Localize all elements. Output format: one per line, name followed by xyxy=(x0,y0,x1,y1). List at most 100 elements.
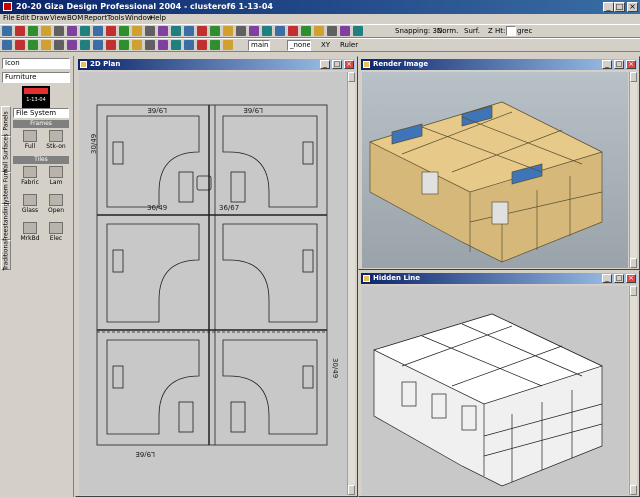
norm-radio[interactable]: Norm. xyxy=(437,27,458,35)
tab-panels[interactable]: Panels xyxy=(1,106,11,136)
tb2-tool-icon[interactable] xyxy=(145,40,155,50)
z-height-input[interactable] xyxy=(506,26,516,36)
tb1-tool-icon[interactable] xyxy=(262,26,272,36)
plan-scrollbar[interactable] xyxy=(347,72,355,495)
tb2-tool-icon[interactable] xyxy=(67,40,77,50)
tb2-tool-icon[interactable] xyxy=(93,40,103,50)
ruler-label[interactable]: Ruler xyxy=(340,41,358,49)
tb1-tool-icon[interactable] xyxy=(288,26,298,36)
hidden-close-button[interactable]: × xyxy=(626,274,636,283)
tb2-tool-icon[interactable] xyxy=(15,40,25,50)
tb1-tool-icon[interactable] xyxy=(327,26,337,36)
tb1-tool-icon[interactable] xyxy=(2,26,12,36)
render-canvas[interactable] xyxy=(362,72,628,268)
item-lam[interactable]: Lam xyxy=(42,166,70,186)
tb2-tool-icon[interactable] xyxy=(28,40,38,50)
tb1-tool-icon[interactable] xyxy=(41,26,51,36)
minimize-button[interactable]: _ xyxy=(603,2,614,12)
menu-edit[interactable]: Edit xyxy=(16,14,30,22)
tb2-tool-icon[interactable] xyxy=(210,40,220,50)
tb1-tool-icon[interactable] xyxy=(210,26,220,36)
tb2-tool-icon[interactable] xyxy=(197,40,207,50)
tb1-tool-icon[interactable] xyxy=(249,26,259,36)
tb2-tool-icon[interactable] xyxy=(106,40,116,50)
category-select[interactable]: Furniture xyxy=(2,72,70,83)
tb1-tool-icon[interactable] xyxy=(236,26,246,36)
tb1-tool-icon[interactable] xyxy=(340,26,350,36)
tb1-tool-icon[interactable] xyxy=(197,26,207,36)
tab-traditional[interactable]: Traditional xyxy=(1,239,11,271)
tb1-tool-icon[interactable] xyxy=(15,26,25,36)
tb2-tool-icon[interactable] xyxy=(184,40,194,50)
hidden-minimize-button[interactable]: _ xyxy=(602,274,612,283)
tb1-tool-icon[interactable] xyxy=(132,26,142,36)
plan-maximize-button[interactable]: □ xyxy=(332,60,342,69)
xy-label[interactable]: XY xyxy=(321,41,330,49)
plan-drawing: L9/6E L9/6E 30/49 30/49 36/49 36/67 L9/6… xyxy=(90,104,339,458)
tab-freestanding[interactable]: Freestanding xyxy=(1,203,11,241)
filter-select[interactable]: File System xyxy=(13,108,69,118)
tb1-tool-icon[interactable] xyxy=(223,26,233,36)
tb1-tool-icon[interactable] xyxy=(158,26,168,36)
tb2-tool-icon[interactable] xyxy=(119,40,129,50)
plan-close-button[interactable]: × xyxy=(344,60,354,69)
tb1-tool-icon[interactable] xyxy=(275,26,285,36)
hidden-caption: Hidden Line _ □ × xyxy=(361,273,637,284)
tb1-tool-icon[interactable] xyxy=(54,26,64,36)
menu-draw[interactable]: Draw xyxy=(31,14,49,22)
render-maximize-button[interactable]: □ xyxy=(614,60,624,69)
menu-help[interactable]: Help xyxy=(150,14,166,22)
menu-tools[interactable]: Tools xyxy=(107,14,124,22)
tb1-tool-icon[interactable] xyxy=(119,26,129,36)
surf-radio[interactable]: Surf. xyxy=(464,27,480,35)
tb1-tool-icon[interactable] xyxy=(353,26,363,36)
tb2-tool-icon[interactable] xyxy=(223,40,233,50)
hidden-maximize-button[interactable]: □ xyxy=(614,274,624,283)
plan-minimize-button[interactable]: _ xyxy=(320,60,330,69)
maximize-button[interactable]: □ xyxy=(614,2,625,12)
tb1-tool-icon[interactable] xyxy=(28,26,38,36)
tb1-tool-icon[interactable] xyxy=(314,26,324,36)
render-scrollbar[interactable] xyxy=(629,72,637,268)
tb2-tool-icon[interactable] xyxy=(2,40,12,50)
item-stk-on[interactable]: Stk-on xyxy=(42,130,70,150)
view-mode-select[interactable]: Icon xyxy=(2,58,70,69)
tb1-tool-icon[interactable] xyxy=(145,26,155,36)
tb2-tool-icon[interactable] xyxy=(171,40,181,50)
style-select[interactable]: _none xyxy=(287,40,311,51)
menu-window[interactable]: Window xyxy=(125,14,153,22)
render-close-button[interactable]: × xyxy=(626,60,636,69)
tb2-tool-icon[interactable] xyxy=(80,40,90,50)
item-elec[interactable]: Elec xyxy=(42,222,70,242)
item-glass[interactable]: Glass xyxy=(16,194,44,214)
menu-report[interactable]: Report xyxy=(84,14,107,22)
close-button[interactable]: × xyxy=(627,2,638,12)
tab-wall-surfaces[interactable]: Wall Surfaces xyxy=(1,134,11,174)
tb1-tool-icon[interactable] xyxy=(67,26,77,36)
tb2-tool-icon[interactable] xyxy=(158,40,168,50)
menu-file[interactable]: File xyxy=(3,14,15,22)
tb1-tool-icon[interactable] xyxy=(171,26,181,36)
menu-bom[interactable]: BOM xyxy=(67,14,83,22)
hidden-canvas[interactable] xyxy=(362,286,628,495)
item-fabric[interactable]: Fabric xyxy=(16,166,44,186)
menu-view[interactable]: View xyxy=(50,14,67,22)
tb2-tool-icon[interactable] xyxy=(41,40,51,50)
render-minimize-button[interactable]: _ xyxy=(602,60,612,69)
item-mrkbd[interactable]: MrkBd xyxy=(16,222,44,242)
tb1-tool-icon[interactable] xyxy=(106,26,116,36)
item-full[interactable]: Full xyxy=(16,130,44,150)
plan-dim-side-left: 30/49 xyxy=(90,134,98,154)
plan-canvas[interactable]: L9/6E L9/6E 30/49 30/49 36/49 36/67 L9/6… xyxy=(79,72,347,495)
tab-system-furn[interactable]: System Furn xyxy=(1,169,11,207)
tb1-tool-icon[interactable] xyxy=(93,26,103,36)
tb2-tool-icon[interactable] xyxy=(132,40,142,50)
item-open[interactable]: Open xyxy=(42,194,70,214)
tb1-tool-icon[interactable] xyxy=(184,26,194,36)
tb1-tool-icon[interactable] xyxy=(301,26,311,36)
catalog-panel: Icon Furniture 1-13-04 File System Frame… xyxy=(0,56,74,497)
layer-select[interactable]: main xyxy=(248,40,270,51)
tb1-tool-icon[interactable] xyxy=(80,26,90,36)
tb2-tool-icon[interactable] xyxy=(54,40,64,50)
hidden-scrollbar[interactable] xyxy=(629,286,637,495)
